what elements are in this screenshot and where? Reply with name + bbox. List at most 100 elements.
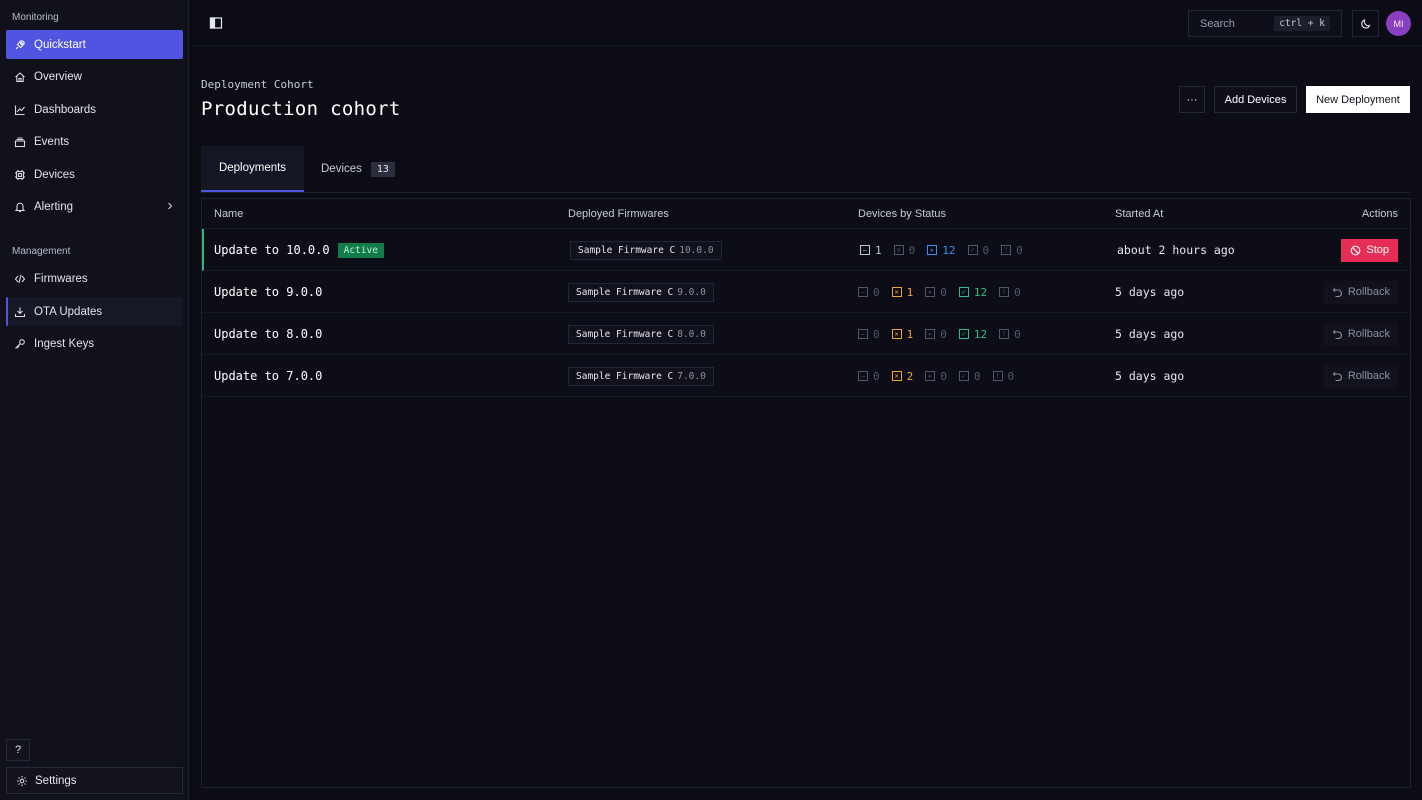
rollback-button[interactable]: Rollback xyxy=(1323,364,1398,388)
firmware-tag[interactable]: Sample Firmware C 10.0.0 xyxy=(570,240,722,260)
rollback-button[interactable]: Rollback xyxy=(1323,280,1398,304)
sidebar-item-dashboards[interactable]: Dashboards xyxy=(6,95,183,124)
status-counts: –1 ✕ 0 ▸ 12 ✓ 0 ! 0 xyxy=(860,229,1035,271)
status-stopped: ! 0 xyxy=(999,328,1021,341)
more-options-button[interactable]: ··· xyxy=(1179,86,1205,113)
deployment-name: Update to 7.0.0 xyxy=(214,369,323,383)
rollback-icon xyxy=(1332,371,1342,381)
deployment-name-cell: Update to 8.0.0 xyxy=(214,313,322,355)
sidebar-item-label: Dashboards xyxy=(34,103,97,116)
sidebar-item-quickstart[interactable]: Quickstart xyxy=(6,30,183,59)
firmware-cell: Sample Firmware C 9.0.0 xyxy=(568,271,714,313)
status-pending: –1 xyxy=(860,244,882,257)
status-count: 0 xyxy=(1016,243,1023,257)
tab-devices-label: Devices xyxy=(321,163,362,175)
status-success: ✓ 12 xyxy=(958,328,987,341)
deployment-name-cell: Update to 10.0.0 Active xyxy=(214,229,384,271)
sidebar-item-ingest-keys[interactable]: Ingest Keys xyxy=(6,329,183,358)
status-running: ▸ 0 xyxy=(925,370,947,383)
status-counts: –0 ✕ 1 ▸ 0 ✓ 12 ! 0 xyxy=(858,313,1033,355)
play-icon: ▸ xyxy=(925,371,936,381)
home-icon xyxy=(14,71,26,83)
table-row[interactable]: Update to 7.0.0 Sample Firmware C 7.0.0 –… xyxy=(202,355,1410,397)
rollback-button[interactable]: Rollback xyxy=(1323,322,1398,346)
stack-icon xyxy=(14,136,26,148)
status-running: ▸ 12 xyxy=(927,244,956,257)
pending-icon: – xyxy=(858,287,868,297)
download-icon xyxy=(14,306,26,318)
check-icon: ✓ xyxy=(958,371,969,381)
sidebar-item-label: Firmwares xyxy=(34,272,88,285)
sidebar-item-alerting[interactable]: Alerting xyxy=(6,192,183,221)
sidebar-item-label: Events xyxy=(34,135,70,148)
status-count: 0 xyxy=(873,285,880,299)
exclamation-icon: ! xyxy=(992,371,1003,381)
sidebar-item-events[interactable]: Events xyxy=(6,127,183,156)
search-input[interactable]: Search ctrl + k xyxy=(1188,10,1342,37)
failed-icon: ✕ xyxy=(891,287,902,297)
add-devices-button[interactable]: Add Devices xyxy=(1214,86,1297,113)
check-icon: ✓ xyxy=(958,329,969,339)
status-failed: ✕ 0 xyxy=(893,244,915,257)
avatar[interactable]: MI xyxy=(1386,11,1411,36)
table-row[interactable]: Update to 8.0.0 Sample Firmware C 8.0.0 –… xyxy=(202,313,1410,355)
sidebar-item-label: Quickstart xyxy=(34,38,86,51)
rollback-label: Rollback xyxy=(1347,328,1390,340)
deployment-name: Update to 9.0.0 xyxy=(214,285,323,299)
table-row[interactable]: Update to 9.0.0 Sample Firmware C 9.0.0 –… xyxy=(202,271,1410,313)
theme-toggle-button[interactable] xyxy=(1352,10,1379,37)
sidebar-item-overview[interactable]: Overview xyxy=(6,62,183,91)
deployments-table: Name Deployed Firmwares Devices by Statu… xyxy=(201,198,1411,788)
status-failed: ✕ 1 xyxy=(891,286,913,299)
action-cell: Rollback xyxy=(1323,271,1398,313)
stop-label: Stop xyxy=(1366,244,1389,256)
sidebar-item-label: Devices xyxy=(34,168,75,181)
exclamation-icon: ! xyxy=(1001,245,1012,255)
key-icon xyxy=(14,338,26,350)
play-icon: ▸ xyxy=(925,329,936,339)
firmware-tag[interactable]: Sample Firmware C 9.0.0 xyxy=(568,282,714,302)
status-count: 0 xyxy=(1014,285,1021,299)
table-row[interactable]: Update to 10.0.0 Active Sample Firmware … xyxy=(202,229,1410,271)
firmware-tag[interactable]: Sample Firmware C 8.0.0 xyxy=(568,324,714,344)
chart-line-icon xyxy=(14,104,26,116)
tab-devices[interactable]: Devices 13 xyxy=(321,146,395,192)
chevron-right-icon xyxy=(165,200,175,212)
column-header-name: Name xyxy=(214,208,244,220)
sidebar-toggle-icon[interactable] xyxy=(209,16,223,30)
stop-button[interactable]: Stop xyxy=(1341,238,1398,262)
status-stopped: ! 0 xyxy=(999,286,1021,299)
rollback-icon xyxy=(1332,329,1342,339)
column-header-started: Started At xyxy=(1115,208,1164,220)
pending-icon: – xyxy=(860,245,870,255)
status-count: 0 xyxy=(940,285,947,299)
status-running: ▸ 0 xyxy=(925,328,947,341)
new-deployment-button[interactable]: New Deployment xyxy=(1306,86,1410,113)
firmware-name: Sample Firmware C xyxy=(576,328,674,340)
settings-button[interactable]: Settings xyxy=(6,767,183,794)
tab-deployments[interactable]: Deployments xyxy=(201,146,304,192)
column-header-actions: Actions xyxy=(1361,208,1398,220)
firmware-cell: Sample Firmware C 7.0.0 xyxy=(568,355,714,397)
started-at: 5 days ago xyxy=(1115,327,1185,341)
status-failed: ✕ 2 xyxy=(891,370,913,383)
moon-icon xyxy=(1360,18,1370,29)
help-button[interactable]: ? xyxy=(6,739,30,761)
deployment-name: Update to 10.0.0 xyxy=(214,243,330,257)
sidebar-item-firmwares[interactable]: Firmwares xyxy=(6,264,183,293)
firmware-tag[interactable]: Sample Firmware C 7.0.0 xyxy=(568,366,714,386)
stop-icon xyxy=(1351,245,1361,255)
status-count: 0 xyxy=(982,243,990,257)
status-pending: –0 xyxy=(858,286,880,299)
firmware-cell: Sample Firmware C 8.0.0 xyxy=(568,313,714,355)
status-success: ✓ 0 xyxy=(967,243,990,257)
rocket-icon xyxy=(14,39,26,51)
sidebar-item-devices[interactable]: Devices xyxy=(6,160,183,189)
firmware-version: 10.0.0 xyxy=(679,244,714,256)
sidebar-item-ota-updates[interactable]: OTA Updates xyxy=(6,297,183,326)
rollback-label: Rollback xyxy=(1347,370,1390,382)
exclamation-icon: ! xyxy=(999,329,1010,339)
sidebar-item-label: OTA Updates xyxy=(34,305,103,318)
deployment-name-cell: Update to 9.0.0 xyxy=(214,271,322,313)
rollback-label: Rollback xyxy=(1347,286,1390,298)
